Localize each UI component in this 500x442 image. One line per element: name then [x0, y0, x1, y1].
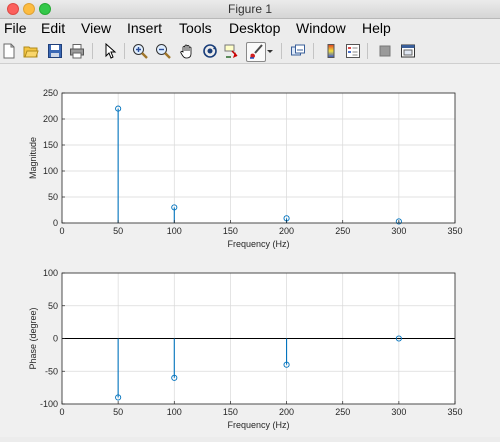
figure-toolbar — [0, 39, 500, 64]
x-axis-label: Frequency (Hz) — [227, 420, 289, 430]
toolbar-separator — [124, 43, 125, 59]
phase-axes[interactable]: 0 50 100 150 200 250 300 350 -100 -50 0 50 100 Frequ… — [28, 268, 463, 430]
x-tick-label: 0 — [59, 226, 64, 236]
y-tick-label: 200 — [43, 114, 58, 124]
colorbar-icon[interactable] — [322, 42, 340, 60]
y-tick-label: 0 — [53, 218, 58, 228]
print-icon[interactable] — [68, 42, 86, 60]
x-tick-label: 50 — [113, 226, 123, 236]
x-tick-label: 200 — [279, 407, 294, 417]
pointer-icon[interactable] — [101, 42, 119, 60]
menu-desktop[interactable]: Desktop — [229, 20, 280, 36]
x-tick-label: 250 — [335, 226, 350, 236]
x-tick-label: 150 — [223, 226, 238, 236]
zoom-out-icon[interactable] — [154, 42, 172, 60]
x-tick-label: 300 — [391, 226, 406, 236]
hide-plot-tools-icon[interactable] — [376, 42, 394, 60]
figure-svg: 0 50 100 150 200 250 300 350 0 50 100 150 200 250 Fre… — [28, 88, 463, 430]
toolbar-separator — [313, 43, 314, 59]
save-icon[interactable] — [46, 42, 64, 60]
open-file-icon[interactable] — [22, 42, 40, 60]
menu-window[interactable]: Window — [296, 20, 346, 36]
x-tick-label: 150 — [223, 407, 238, 417]
x-tick-label: 250 — [335, 407, 350, 417]
menu-view[interactable]: View — [81, 20, 111, 36]
x-tick-label: 350 — [447, 407, 462, 417]
rotate-3d-icon[interactable] — [201, 42, 219, 60]
brush-icon[interactable] — [246, 42, 266, 62]
brush-dropdown-icon[interactable] — [265, 42, 275, 60]
x-tick-label: 200 — [279, 226, 294, 236]
y-tick-label: -100 — [40, 399, 58, 409]
new-figure-icon[interactable] — [0, 42, 18, 60]
y-tick-label: 100 — [43, 268, 58, 278]
y-tick-label: 250 — [43, 88, 58, 98]
y-tick-label: -50 — [45, 366, 58, 376]
menu-help[interactable]: Help — [362, 20, 391, 36]
zoom-in-icon[interactable] — [131, 42, 149, 60]
y-axis-label: Phase (degree) — [28, 307, 38, 369]
data-cursor-icon[interactable] — [223, 42, 241, 60]
menu-insert[interactable]: Insert — [127, 20, 162, 36]
link-plot-icon[interactable] — [289, 42, 307, 60]
x-axis-label: Frequency (Hz) — [227, 239, 289, 249]
show-plot-tools-icon[interactable] — [399, 42, 417, 60]
x-tick-label: 50 — [113, 407, 123, 417]
x-tick-label: 300 — [391, 407, 406, 417]
toolbar-separator — [367, 43, 368, 59]
magnitude-axes[interactable]: 0 50 100 150 200 250 300 350 0 50 100 150 200 250 Fre… — [28, 88, 463, 249]
x-tick-label: 350 — [447, 226, 462, 236]
y-tick-label: 100 — [43, 166, 58, 176]
menu-bar: File Edit View Insert Tools Desktop Wind… — [0, 19, 500, 39]
title-bar: Figure 1 — [0, 0, 500, 19]
menu-edit[interactable]: Edit — [41, 20, 65, 36]
x-tick-label: 100 — [167, 407, 182, 417]
figure-canvas: 0 50 100 150 200 250 300 350 0 50 100 150 200 250 Fre… — [0, 64, 500, 437]
x-tick-label: 0 — [59, 407, 64, 417]
menu-file[interactable]: File — [4, 20, 27, 36]
menu-tools[interactable]: Tools — [179, 20, 212, 36]
axes-background — [62, 93, 455, 223]
toolbar-separator — [92, 43, 93, 59]
window-title: Figure 1 — [227, 2, 273, 16]
y-tick-label: 50 — [48, 192, 58, 202]
legend-icon[interactable] — [344, 42, 362, 60]
pan-icon[interactable] — [178, 42, 196, 60]
y-tick-label: 0 — [53, 334, 58, 344]
y-axis-label: Magnitude — [28, 137, 38, 179]
x-tick-label: 100 — [167, 226, 182, 236]
y-tick-label: 150 — [43, 140, 58, 150]
y-tick-label: 50 — [48, 301, 58, 311]
toolbar-separator — [281, 43, 282, 59]
